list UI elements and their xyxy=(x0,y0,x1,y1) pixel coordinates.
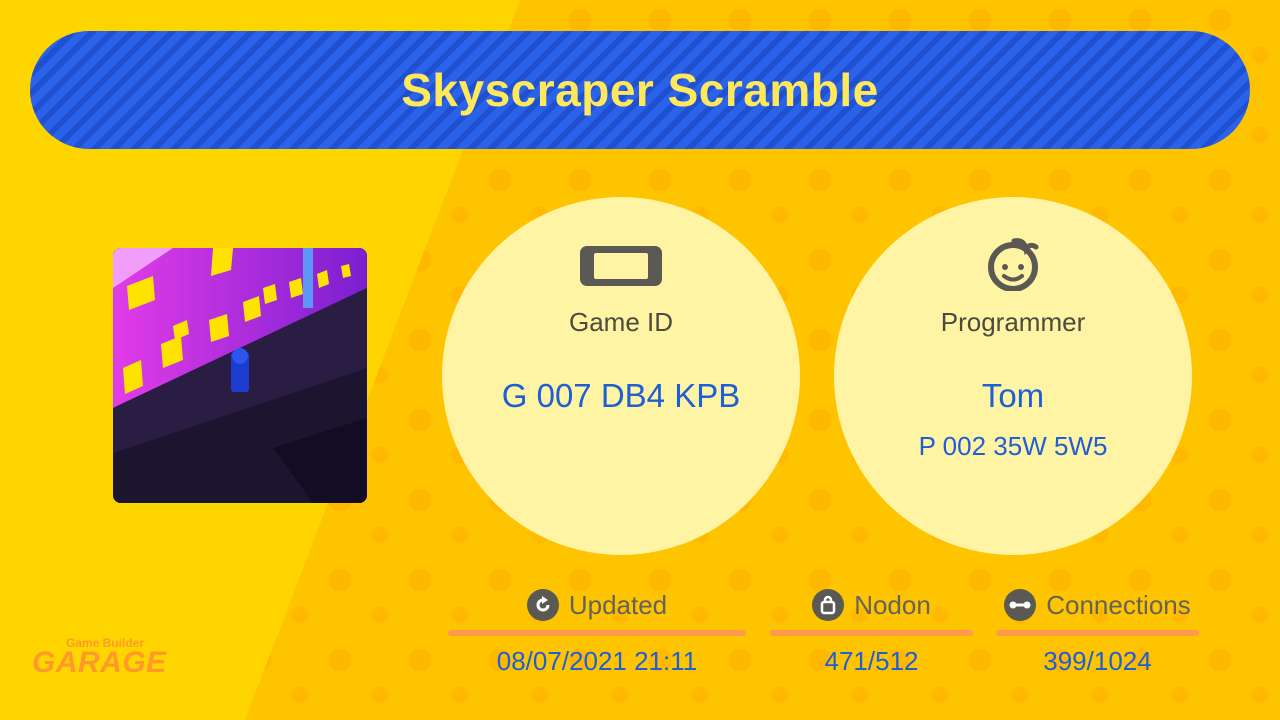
programmer-name: Tom xyxy=(981,377,1045,414)
bag-icon xyxy=(812,589,845,621)
game-title: Skyscraper Scramble xyxy=(401,64,879,116)
nodon-value: 471/512 xyxy=(824,646,919,676)
console-icon xyxy=(580,246,662,286)
refresh-icon xyxy=(526,589,559,621)
logo-line2: GARAGE xyxy=(32,646,167,679)
game-id-card: Game ID G 007 DB4 KPB xyxy=(442,197,800,555)
connections-header: Connections xyxy=(996,586,1199,624)
connection-icon xyxy=(1004,589,1037,621)
programmer-id: P 002 35W 5W5 xyxy=(918,431,1108,461)
face-icon xyxy=(988,238,1039,291)
programmer-label: Programmer xyxy=(940,307,1086,337)
title-banner: Skyscraper Scramble xyxy=(30,31,1250,149)
updated-value: 08/07/2021 21:11 xyxy=(496,646,698,676)
game-builder-garage-logo: Game Builder GARAGE xyxy=(30,632,170,682)
connections-label: Connections xyxy=(1046,589,1191,620)
connections-value: 399/1024 xyxy=(1043,646,1152,676)
game-thumbnail xyxy=(113,248,367,503)
nodon-divider xyxy=(770,630,973,636)
nodon-header: Nodon xyxy=(770,586,973,624)
nodon-label: Nodon xyxy=(854,589,931,620)
game-id-value: G 007 DB4 KPB xyxy=(501,377,741,414)
thumbnail-image xyxy=(113,248,367,503)
updated-divider xyxy=(448,630,746,636)
programmer-card: Programmer Tom P 002 35W 5W5 xyxy=(834,197,1192,555)
updated-label: Updated xyxy=(568,589,668,620)
updated-header: Updated xyxy=(448,586,746,624)
connections-divider xyxy=(996,630,1199,636)
game-id-label: Game ID xyxy=(568,307,674,337)
